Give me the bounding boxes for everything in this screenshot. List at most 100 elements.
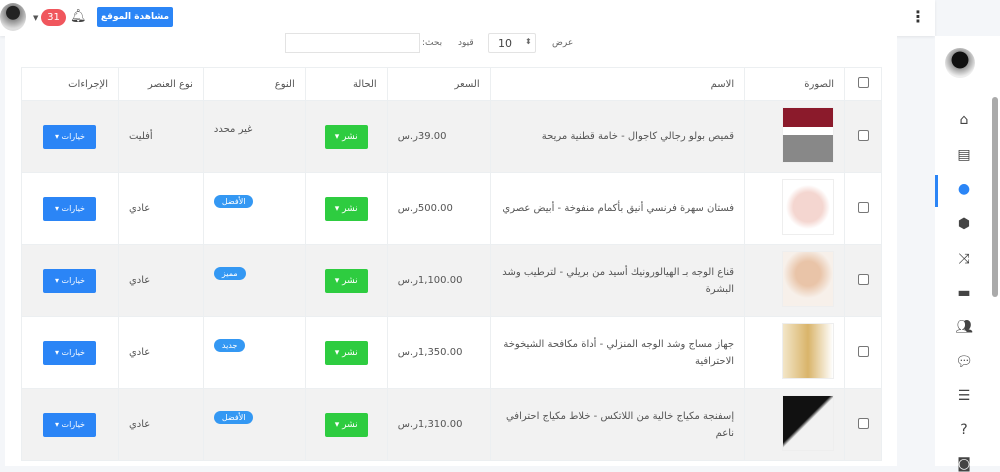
- products-icon[interactable]: ●: [955, 181, 973, 197]
- product-name[interactable]: قميص بولو رجالي كاجوال - خامة قطنية مريح…: [489, 100, 746, 173]
- help-icon[interactable]: ?: [955, 422, 973, 438]
- header-image[interactable]: الصورة: [744, 67, 846, 101]
- sidebar-avatar[interactable]: [945, 48, 975, 78]
- header-type[interactable]: النوع: [202, 67, 306, 101]
- product-image[interactable]: [782, 395, 835, 451]
- status-dropdown[interactable]: نشر ▾: [324, 124, 368, 149]
- user-avatar[interactable]: [0, 3, 26, 31]
- header-status[interactable]: الحالة: [304, 67, 388, 101]
- actions-cell: خيارات ▾: [21, 100, 119, 173]
- table-row: جهاز مساج وشد الوجه المنزلي - أداة مكافح…: [21, 316, 882, 389]
- type-cell: مميز: [202, 244, 306, 317]
- bell-icon[interactable]: 🔔︎: [70, 9, 87, 24]
- notification-count[interactable]: 31: [41, 9, 66, 26]
- product-image-cell: [744, 244, 846, 317]
- product-price: 1,310.00ر.س: [386, 388, 491, 461]
- row-select-cell: [844, 316, 882, 389]
- page-size-select[interactable]: 10 ⬍: [488, 33, 536, 53]
- type-cell: الأفضل: [202, 172, 306, 245]
- type-badge: الأفضل: [213, 195, 254, 208]
- users-icon[interactable]: 👥︎: [955, 319, 973, 335]
- row-checkbox[interactable]: [857, 345, 869, 357]
- actions-cell: خيارات ▾: [21, 316, 119, 389]
- tasks-icon[interactable]: ☰: [955, 388, 973, 404]
- sort-icon: ⬍: [525, 37, 532, 46]
- product-price: 500.00ر.س: [386, 172, 491, 245]
- product-image[interactable]: [782, 323, 835, 379]
- comments-icon[interactable]: 💬︎: [955, 354, 973, 370]
- row-checkbox[interactable]: [857, 273, 869, 285]
- row-select-cell: [844, 388, 882, 461]
- row-checkbox[interactable]: [857, 201, 869, 213]
- type-badge: مميز: [213, 267, 246, 280]
- row-select-cell: [844, 100, 882, 173]
- product-name[interactable]: فستان سهرة فرنسي أنيق بأكمام منفوخة - أب…: [489, 172, 746, 245]
- product-name[interactable]: قناع الوجه بـ الهيالورونيك أسيد من بريلي…: [489, 244, 746, 317]
- row-select-cell: [844, 172, 882, 245]
- status-dropdown[interactable]: نشر ▾: [324, 340, 368, 365]
- product-image[interactable]: [782, 107, 835, 163]
- header-name[interactable]: الاسم: [489, 67, 746, 101]
- products-table: الصورة الاسم السعر الحالة النوع نوع العن…: [21, 67, 882, 461]
- status-dropdown[interactable]: نشر ▾: [324, 412, 368, 437]
- header-element-type[interactable]: نوع العنصر: [117, 67, 204, 101]
- options-dropdown[interactable]: خيارات ▾: [43, 268, 97, 293]
- product-name[interactable]: إسفنجة مكياج خالية من اللاتكس - خلاط مكي…: [489, 388, 746, 461]
- page-size-value: 10: [498, 37, 512, 50]
- active-indicator: [935, 175, 938, 207]
- options-dropdown[interactable]: خيارات ▾: [43, 412, 97, 437]
- product-image-cell: [744, 388, 846, 461]
- table-row: فستان سهرة فرنسي أنيق بأكمام منفوخة - أب…: [21, 172, 882, 245]
- more-menu-icon[interactable]: ⋮: [910, 7, 926, 26]
- scrollbar[interactable]: [992, 97, 998, 297]
- search-input[interactable]: [285, 33, 420, 53]
- select-all-checkbox[interactable]: [857, 77, 869, 88]
- product-image[interactable]: [782, 251, 835, 307]
- table-row: قميص بولو رجالي كاجوال - خامة قطنية مريح…: [21, 100, 882, 173]
- view-site-button[interactable]: مشاهدة الموقع: [97, 7, 173, 27]
- row-checkbox[interactable]: [857, 129, 869, 141]
- product-image-cell: [744, 316, 846, 389]
- actions-cell: خيارات ▾: [21, 244, 119, 317]
- type-text: غير محدد: [213, 124, 253, 135]
- row-checkbox[interactable]: [857, 417, 869, 429]
- type-cell: غير محدد: [202, 100, 306, 173]
- shuffle-icon[interactable]: ⤨: [955, 251, 973, 267]
- type-badge: جديد: [213, 339, 246, 352]
- status-dropdown[interactable]: نشر ▾: [324, 196, 368, 221]
- actions-cell: خيارات ▾: [21, 388, 119, 461]
- element-type: عادي: [117, 316, 204, 389]
- options-dropdown[interactable]: خيارات ▾: [43, 196, 97, 221]
- product-image[interactable]: [782, 179, 835, 235]
- card-icon[interactable]: ▬: [955, 285, 973, 301]
- actions-cell: خيارات ▾: [21, 172, 119, 245]
- show-label: عرض: [552, 38, 574, 48]
- header-actions[interactable]: الإجراءات: [21, 67, 119, 101]
- element-type: عادي: [117, 244, 204, 317]
- product-price: 1,350.00ر.س: [386, 316, 491, 389]
- home-icon[interactable]: ⌂: [955, 112, 973, 128]
- table-row: إسفنجة مكياج خالية من اللاتكس - خلاط مكي…: [21, 388, 882, 461]
- top-bar: ▼ 31 🔔︎ مشاهدة الموقع ⋮: [0, 0, 935, 36]
- table-row: قناع الوجه بـ الهيالورونيك أسيد من بريلي…: [21, 244, 882, 317]
- options-dropdown[interactable]: خيارات ▾: [43, 124, 97, 149]
- status-cell: نشر ▾: [304, 172, 388, 245]
- status-cell: نشر ▾: [304, 244, 388, 317]
- chevron-down-icon[interactable]: ▼: [33, 14, 38, 22]
- product-name[interactable]: جهاز مساج وشد الوجه المنزلي - أداة مكافح…: [489, 316, 746, 389]
- cube-icon[interactable]: ⬢: [955, 216, 973, 232]
- row-select-cell: [844, 244, 882, 317]
- product-price: 1,100.00ر.س: [386, 244, 491, 317]
- entries-label: قيود: [458, 38, 474, 48]
- header-price[interactable]: السعر: [386, 67, 491, 101]
- status-dropdown[interactable]: نشر ▾: [324, 268, 368, 293]
- status-cell: نشر ▾: [304, 100, 388, 173]
- type-badge: الأفضل: [213, 411, 254, 424]
- rss-icon[interactable]: ◙: [955, 456, 973, 472]
- select-all-cell: [844, 67, 882, 101]
- list-icon[interactable]: ▤: [955, 147, 973, 163]
- search-label: بحث:: [422, 38, 443, 48]
- status-cell: نشر ▾: [304, 316, 388, 389]
- type-cell: الأفضل: [202, 388, 306, 461]
- options-dropdown[interactable]: خيارات ▾: [43, 340, 97, 365]
